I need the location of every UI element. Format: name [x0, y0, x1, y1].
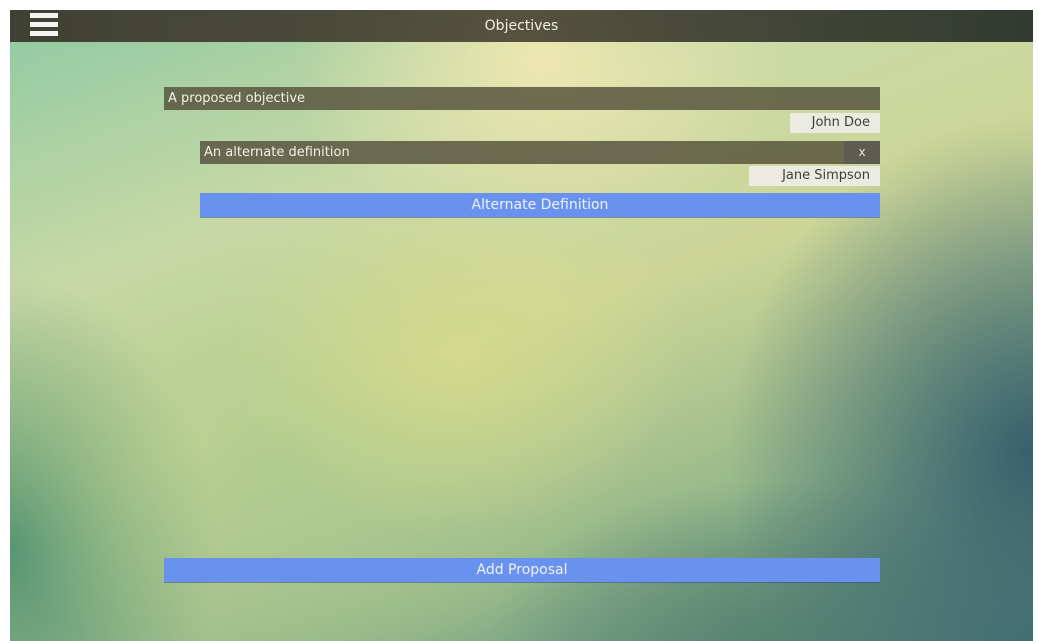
- alternate-author: Jane Simpson: [749, 166, 880, 186]
- remove-alternate-button[interactable]: x: [844, 141, 880, 164]
- top-bar: Objectives: [10, 10, 1033, 42]
- add-proposal-button[interactable]: Add Proposal: [164, 558, 880, 582]
- alternate-definition-button[interactable]: Alternate Definition: [200, 193, 880, 217]
- alternate-definition[interactable]: An alternate definition: [200, 141, 844, 164]
- page-title: Objectives: [484, 18, 559, 34]
- app-screen: Objectives A proposed objective John Doe…: [10, 10, 1033, 641]
- objective-author: John Doe: [790, 113, 880, 133]
- proposed-objective[interactable]: A proposed objective: [164, 87, 880, 110]
